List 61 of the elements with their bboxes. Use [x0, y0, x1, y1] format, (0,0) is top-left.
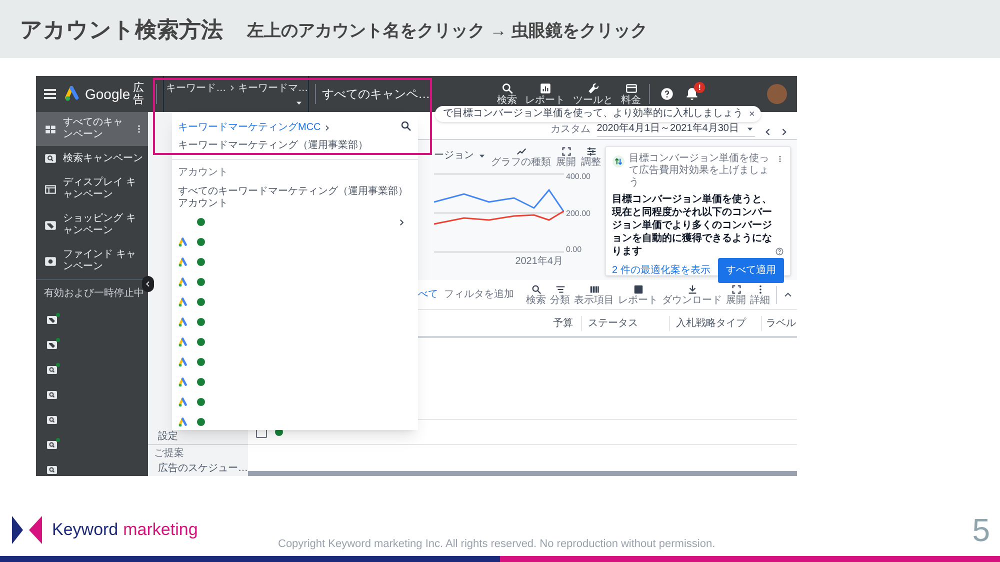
filter-label: 有効および一時停止中: [44, 286, 144, 301]
page-number: 5: [972, 511, 990, 550]
link[interactable]: 2 件の最適化案を表示: [612, 263, 710, 278]
toolbar-button[interactable]: 検索: [497, 82, 518, 106]
toolbar-label: ツールと: [573, 94, 614, 106]
table-tool-button[interactable]: 詳細: [750, 284, 770, 306]
notification-badge: !: [694, 82, 706, 93]
column-header: ステータス: [581, 316, 669, 330]
sidebar-item[interactable]: すべてのキャンペーン: [36, 112, 148, 146]
card-title: 目標コンバージョン単価を使って広告費用対効果を上げましょう: [629, 153, 770, 189]
table-tool-button[interactable]: レポート: [618, 284, 658, 306]
table-tool-button[interactable]: 表示項目: [574, 284, 614, 306]
slide-subtitle: 左上のアカウント名をクリック → 虫眼鏡をクリック: [247, 20, 648, 42]
notice-chip: で目標コンバージョン単価を使って、より効率的に入札しましょう ×: [435, 106, 761, 122]
axis-label: 0.00: [566, 245, 583, 254]
card-body: 目標コンバージョン単価を使うと、現在と同程度かそれ以下のコンバージョン単価でより多くのコンバージョンを自動的に獲得できるようになります: [612, 193, 773, 258]
filter-field[interactable]: フィルタを追加: [444, 287, 514, 302]
toolbar-button[interactable]: レポート: [525, 82, 566, 106]
breadcrumb-item: キーワードマ…: [238, 82, 308, 96]
sidebar-item[interactable]: ファインド キャンペーン: [36, 243, 148, 279]
link[interactable]: べて: [418, 287, 438, 302]
nav-item[interactable]: 設定: [148, 430, 248, 444]
scope-title: すべてのキャンペ…: [322, 86, 430, 103]
metric-dropdown[interactable]: ージョン: [434, 146, 487, 163]
axis-label: 2021年4月: [515, 255, 563, 269]
current-account: キーワードマーケティング（運用事業部）: [178, 138, 368, 153]
table-tool-button[interactable]: 展開: [726, 284, 746, 306]
product-suffix: 広告: [133, 82, 144, 106]
toolbar-label: レポート: [525, 94, 566, 106]
nav-heading: ご提案: [148, 444, 248, 462]
date-label: カスタム: [550, 123, 591, 137]
parent-account-link[interactable]: キーワードマーケティングMCC: [178, 120, 368, 135]
column-header: ラベル: [761, 316, 797, 330]
brand-name: Keyword: [52, 519, 118, 542]
section-label: アカウント: [177, 166, 229, 180]
brand-name: marketing: [123, 519, 198, 542]
table-tool-button[interactable]: ダウンロード: [662, 284, 722, 306]
chart-tool-button[interactable]: グラフの種類: [491, 146, 551, 168]
column-header: 入札戦略タイプ: [669, 316, 761, 330]
axis-label: 200.00: [566, 208, 590, 218]
axis-label: 400.00: [566, 172, 590, 181]
sidebar-item[interactable]: 検索キャンペーン: [36, 146, 148, 171]
apply-all-button[interactable]: すべて適用: [718, 258, 784, 283]
slide-title: アカウント検索方法: [20, 16, 223, 44]
toolbar-button[interactable]: 料金: [621, 82, 642, 106]
table-tool-button[interactable]: 検索: [526, 284, 546, 306]
copyright-notice: Copyright Keyword marketing Inc. All rights reserved. No reproduction without permission.: [278, 537, 716, 552]
nav-item[interactable]: 広告のスケジュー…: [148, 462, 248, 476]
column-header: 予算: [552, 316, 574, 330]
sidebar-item[interactable]: ショッピング キャンペーン: [36, 207, 148, 243]
section-label: すべてのキーワードマーケティング（運用事業部）アカウント: [177, 184, 409, 211]
product-name: Google: [85, 84, 130, 104]
toolbar-label: 料金: [621, 94, 642, 106]
chart-tool-button[interactable]: 展開: [556, 146, 576, 168]
toolbar-label: 検索: [497, 94, 518, 106]
table-tool-button[interactable]: 分類: [550, 284, 570, 306]
close-button[interactable]: ×: [749, 106, 755, 122]
chart-tool-button[interactable]: 調整: [581, 146, 601, 168]
toolbar-button[interactable]: ツールと: [573, 82, 614, 106]
sidebar-item[interactable]: ディスプレイ キャンペーン: [36, 171, 148, 207]
breadcrumb-item: キーワード…: [166, 82, 226, 96]
